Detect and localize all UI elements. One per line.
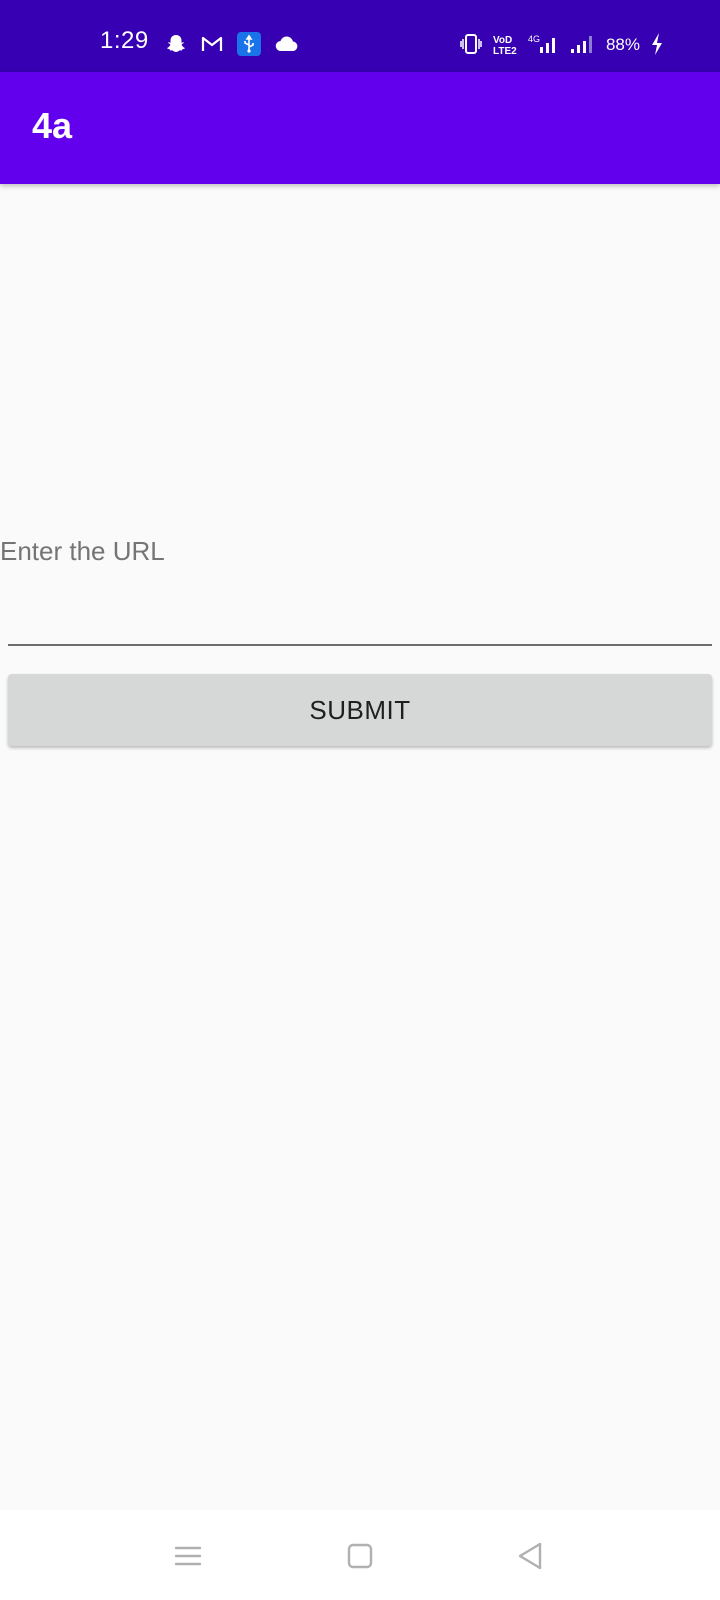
cloud-icon xyxy=(275,36,299,52)
network-label: 4G xyxy=(528,34,540,44)
notification-icons xyxy=(165,32,299,56)
url-input[interactable] xyxy=(8,560,712,646)
submit-button[interactable]: SUBMIT xyxy=(8,674,712,746)
app-title: 4a xyxy=(32,105,73,146)
volte-icon: VoD LTE2 xyxy=(492,33,518,55)
network-4g-signal-icon: 4G xyxy=(528,33,560,55)
svg-text:VoD: VoD xyxy=(493,35,512,46)
usb-icon xyxy=(237,32,261,56)
battery-percentage: 88% xyxy=(605,34,640,54)
status-bar: 1:29 VoD LTE2 4G 88% xyxy=(0,0,720,72)
home-icon[interactable] xyxy=(342,1538,378,1574)
app-bar: 4a xyxy=(0,72,720,184)
svg-text:LTE2: LTE2 xyxy=(493,46,517,55)
system-icons: VoD LTE2 4G 88% xyxy=(460,32,664,56)
gmail-icon xyxy=(201,35,223,53)
signal-icon xyxy=(570,33,596,55)
menu-icon[interactable] xyxy=(170,1538,206,1574)
status-time: 1:29 xyxy=(100,27,149,54)
navigation-bar xyxy=(0,1510,720,1600)
snapchat-icon xyxy=(165,33,187,55)
charging-icon xyxy=(650,32,664,56)
vibrate-icon xyxy=(460,33,482,55)
back-icon[interactable] xyxy=(512,1538,548,1574)
